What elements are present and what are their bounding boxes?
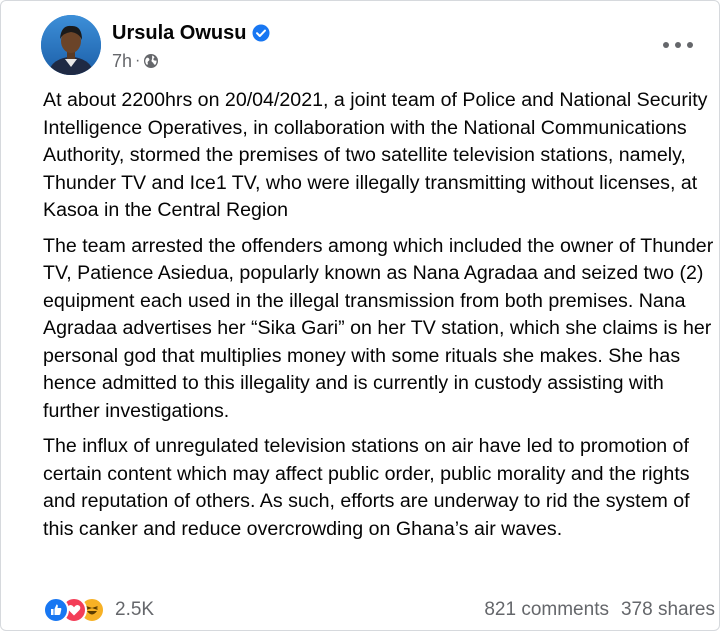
post-footer: 2.5K 821 comments 378 shares bbox=[43, 595, 715, 625]
post-body: At about 2200hrs on 20/04/2021, a joint … bbox=[43, 87, 715, 551]
globe-icon bbox=[143, 53, 159, 69]
shares-count-link[interactable]: 378 shares bbox=[621, 599, 715, 621]
reaction-icons bbox=[43, 597, 105, 623]
engagement-stats: 821 comments 378 shares bbox=[484, 599, 715, 621]
post-header: Ursula Owusu 7h · bbox=[41, 15, 701, 77]
comments-count-link[interactable]: 821 comments bbox=[484, 599, 609, 621]
author-row: Ursula Owusu bbox=[112, 19, 270, 47]
post-meta: Ursula Owusu 7h · bbox=[112, 19, 270, 72]
timestamp-row: 7h · bbox=[112, 50, 270, 72]
time-separator: · bbox=[135, 52, 141, 69]
more-options-icon[interactable] bbox=[663, 37, 693, 53]
reactions-summary[interactable]: 2.5K bbox=[43, 597, 154, 623]
verified-badge-icon bbox=[252, 24, 270, 42]
facebook-post: Ursula Owusu 7h · At about 2200hrs on 20… bbox=[0, 0, 720, 631]
author-avatar[interactable] bbox=[41, 15, 101, 75]
post-paragraph: The influx of unregulated television sta… bbox=[43, 435, 690, 540]
post-paragraph: At about 2200hrs on 20/04/2021, a joint … bbox=[43, 89, 708, 221]
reaction-count: 2.5K bbox=[115, 599, 155, 620]
avatar-portrait-icon bbox=[41, 15, 101, 75]
post-timestamp[interactable]: 7h bbox=[112, 51, 132, 72]
like-icon bbox=[43, 597, 69, 623]
post-paragraph: The team arrested the offenders among wh… bbox=[43, 234, 714, 422]
author-name[interactable]: Ursula Owusu bbox=[112, 22, 246, 45]
